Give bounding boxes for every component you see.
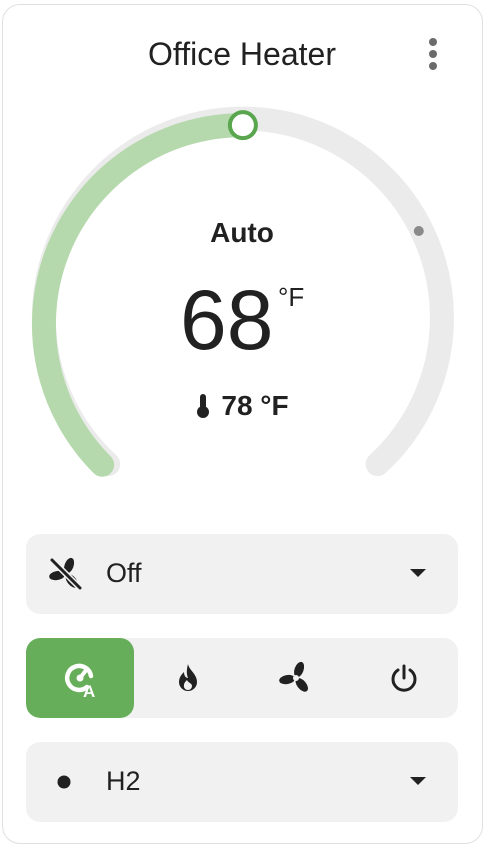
mode-button-fan[interactable] xyxy=(242,638,350,718)
chevron-down-icon xyxy=(410,569,426,577)
thermostat-auto-icon: A xyxy=(64,663,95,698)
mode-button-auto[interactable]: A xyxy=(26,638,134,718)
mode-button-off[interactable] xyxy=(350,638,458,718)
target-temperature-unit: °F xyxy=(278,282,305,312)
hvac-mode-selector: A xyxy=(26,638,458,718)
current-temperature: 78 °F xyxy=(0,390,484,422)
mode-button-heat[interactable] xyxy=(134,638,242,718)
fan-off-icon xyxy=(49,557,83,591)
svg-text:A: A xyxy=(83,682,95,698)
fan-mode-select[interactable]: Off xyxy=(26,534,458,614)
fire-icon xyxy=(179,664,197,691)
setpoint-handle[interactable] xyxy=(227,110,258,141)
chevron-down-icon xyxy=(410,777,426,785)
fan-icon xyxy=(279,661,308,692)
circle-small-icon xyxy=(57,775,71,789)
hvac-action-label: Auto xyxy=(210,217,274,248)
fan-mode-value: Off xyxy=(106,558,142,588)
preset-mode-value: H2 xyxy=(106,766,141,796)
thermometer-icon xyxy=(197,394,210,418)
power-icon xyxy=(391,664,417,692)
target-temperature: 68 xyxy=(180,273,274,367)
current-temperature-value: 78 °F xyxy=(221,390,289,421)
preset-mode-select[interactable]: H2 xyxy=(26,742,458,822)
temperature-dial[interactable] xyxy=(0,0,490,520)
